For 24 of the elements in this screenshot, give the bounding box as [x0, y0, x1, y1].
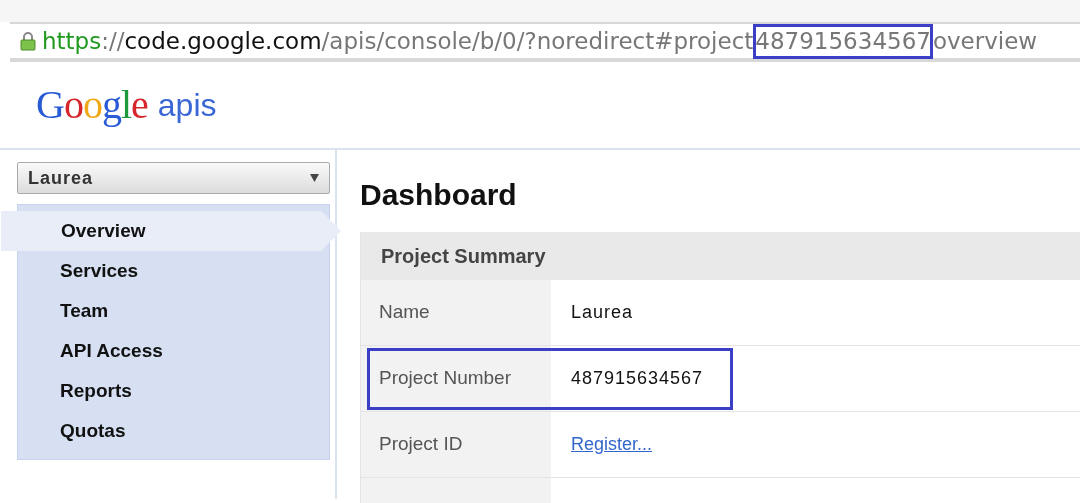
- row-value: 487915634567: [571, 367, 704, 390]
- sidebar-item[interactable]: Quotas: [18, 411, 329, 451]
- row-value: Laurea: [571, 301, 634, 324]
- table-heading: Project Summary: [361, 232, 1080, 280]
- address-bar[interactable]: https://code.google.com/apis/console/b/0/?noredirect#project487915634567 overview: [10, 22, 1080, 62]
- sidebar-item[interactable]: Team: [18, 291, 329, 331]
- url-text: overview: [932, 27, 1038, 55]
- url-text: ://: [101, 27, 125, 55]
- sidebar-item[interactable]: Reports: [18, 371, 329, 411]
- url-text: /apis/console/b/0/?noredirect#project: [321, 27, 754, 55]
- url-text: code.google.com: [124, 27, 322, 55]
- register-link[interactable]: Register...: [571, 431, 653, 458]
- row-label: Project ID: [361, 412, 551, 477]
- sidebar-item[interactable]: Services: [18, 251, 329, 291]
- page-title: Dashboard: [360, 177, 518, 213]
- url-text: 487915634567: [755, 27, 931, 54]
- sidebar-item[interactable]: API Access: [18, 331, 329, 371]
- product-name: apis: [157, 86, 217, 125]
- project-dropdown[interactable]: Laurea: [17, 162, 330, 194]
- sidebar-item[interactable]: Overview: [1, 211, 341, 251]
- row-label: Name: [361, 280, 551, 345]
- logo-wordmark: Google: [36, 81, 148, 129]
- caret-icon: [310, 174, 319, 182]
- url-text: https: [42, 27, 102, 55]
